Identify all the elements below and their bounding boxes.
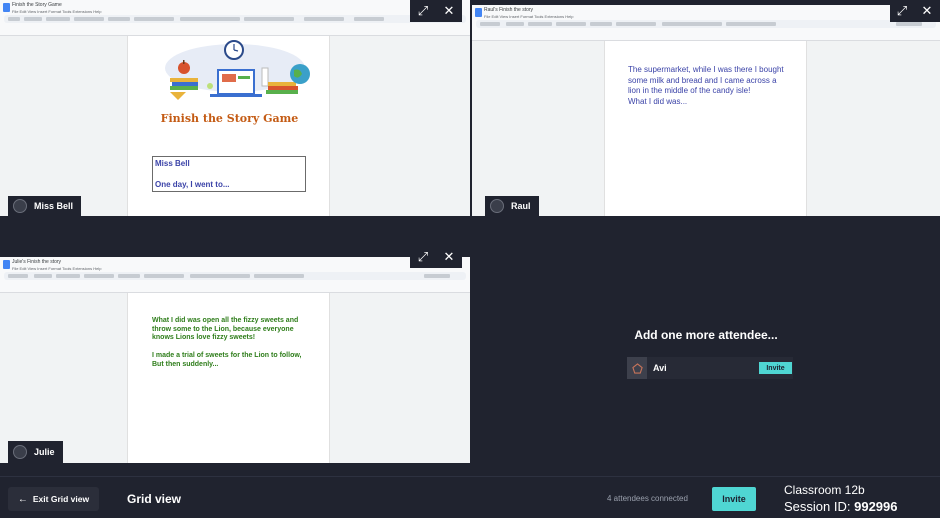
arrow-left-icon: ← xyxy=(17,493,28,505)
attendee-row: Avi Invite xyxy=(627,357,793,379)
docs-logo-icon xyxy=(475,8,482,17)
participant-tag: Miss Bell xyxy=(8,196,82,216)
pentagon-icon xyxy=(631,362,643,374)
game-title: Finish the Story Game xyxy=(160,112,299,125)
session-id-label: Session ID: xyxy=(784,499,851,514)
doc-title: Raul's Finish the story xyxy=(484,7,534,13)
doc-page: What I did was open all the fizzy sweets… xyxy=(127,293,330,463)
attendees-connected: 4 attendees connected xyxy=(607,494,688,503)
doc-header: Finish the Story Game File Edit View Ins… xyxy=(0,0,470,36)
participant-name: Raul xyxy=(511,201,531,211)
story-text-box[interactable]: Miss Bell One day, I went to... xyxy=(152,156,306,192)
close-icon: ✕ xyxy=(443,249,455,264)
doc-header: Julie's Finish the story File Edit View … xyxy=(0,257,470,293)
box-text: One day, I went to... xyxy=(155,180,230,189)
expand-icon: ⤢ xyxy=(417,3,429,18)
invite-button[interactable]: Invite xyxy=(712,487,756,511)
story-text: What I did was open all the fizzy sweets… xyxy=(152,317,312,370)
story-paragraph: The supermarket, while I was there I bou… xyxy=(628,65,784,95)
exit-grid-view-button[interactable]: ← Exit Grid view xyxy=(8,487,99,511)
video-tile-raul[interactable]: Raul's Finish the story File Edit View I… xyxy=(472,0,940,216)
box-name: Miss Bell xyxy=(155,159,190,168)
video-tile-julie[interactable]: Julie's Finish the story File Edit View … xyxy=(0,243,470,463)
close-icon: ✕ xyxy=(443,3,455,18)
bottom-bar: ← Exit Grid view Grid view 4 attendees c… xyxy=(0,476,940,518)
shared-doc-miss-bell: Finish the Story Game File Edit View Ins… xyxy=(0,0,470,216)
add-attendee-tile: Add one more attendee... Avi Invite xyxy=(472,243,940,476)
expand-tile-button[interactable]: ⤢ xyxy=(410,246,436,268)
view-title: Grid view xyxy=(127,492,182,506)
story-paragraph: I made a trial of sweets for the Lion to… xyxy=(152,352,302,368)
story-paragraph: What I did was open all the fizzy sweets… xyxy=(152,317,299,342)
doc-toolbar xyxy=(4,15,466,23)
avatar xyxy=(13,199,27,213)
session-id-value: 992996 xyxy=(854,499,898,514)
close-tile-button[interactable]: ✕ xyxy=(436,0,462,22)
close-icon: ✕ xyxy=(921,3,933,18)
classroom-name: Classroom 12b xyxy=(784,483,865,497)
video-tile-miss-bell[interactable]: Finish the Story Game File Edit View Ins… xyxy=(0,0,470,216)
doc-toolbar xyxy=(476,20,936,28)
classroom-illustration xyxy=(165,40,310,100)
attendee-name: Avi xyxy=(653,363,667,373)
story-line: What I did was... xyxy=(628,96,688,106)
avatar xyxy=(490,199,504,213)
participant-tag: Julie xyxy=(8,441,63,463)
docs-logo-icon xyxy=(3,3,10,12)
close-tile-button[interactable]: ✕ xyxy=(436,246,462,268)
participant-name: Julie xyxy=(34,447,55,457)
doc-title: Julie's Finish the story xyxy=(12,259,62,265)
invite-attendee-button[interactable]: Invite xyxy=(759,362,792,374)
doc-menu: File Edit View Insert Format Tools Exten… xyxy=(12,9,102,14)
expand-icon: ⤢ xyxy=(417,249,429,264)
doc-toolbar xyxy=(4,272,466,280)
close-tile-button[interactable]: ✕ xyxy=(914,0,940,22)
avatar xyxy=(627,357,647,379)
doc-page: The supermarket, while I was there I bou… xyxy=(604,41,807,216)
expand-icon: ⤢ xyxy=(896,3,908,18)
session-id: Session ID: 992996 xyxy=(784,499,898,514)
participant-tag: Raul xyxy=(485,196,539,216)
expand-tile-button[interactable]: ⤢ xyxy=(890,0,914,22)
shared-doc-julie: Julie's Finish the story File Edit View … xyxy=(0,257,470,463)
doc-menu: File Edit View Insert Format Tools Exten… xyxy=(12,266,102,271)
add-attendee-heading: Add one more attendee... xyxy=(634,328,778,342)
avatar xyxy=(13,445,27,459)
shared-doc-raul: Raul's Finish the story File Edit View I… xyxy=(472,5,940,216)
doc-header: Raul's Finish the story File Edit View I… xyxy=(472,5,940,41)
docs-logo-icon xyxy=(3,260,10,269)
story-text: The supermarket, while I was there I bou… xyxy=(628,65,788,107)
exit-grid-view-label: Exit Grid view xyxy=(32,494,90,504)
participant-name: Miss Bell xyxy=(34,201,74,211)
doc-title: Finish the Story Game xyxy=(12,2,62,8)
expand-tile-button[interactable]: ⤢ xyxy=(410,0,436,22)
doc-menu: File Edit View Insert Format Tools Exten… xyxy=(484,14,574,19)
doc-page: Finish the Story Game Miss Bell One day,… xyxy=(127,36,330,216)
